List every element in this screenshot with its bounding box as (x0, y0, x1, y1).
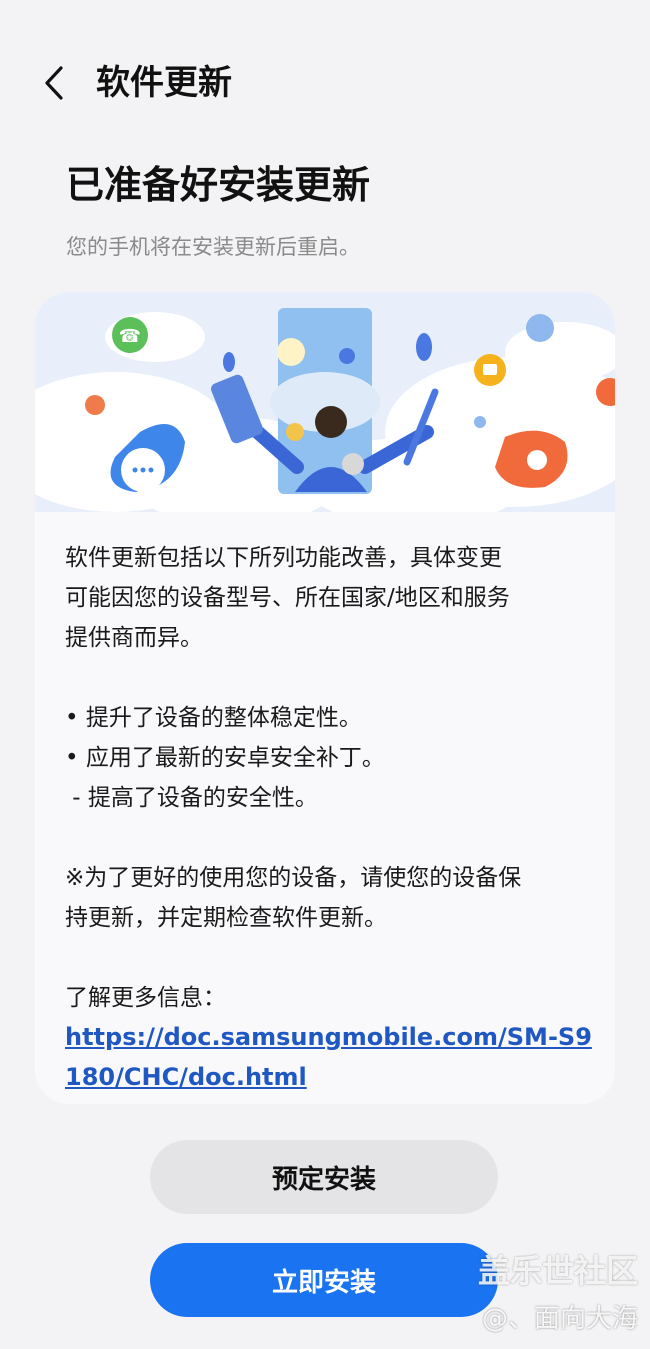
page-title: 已准备好安装更新 (66, 163, 371, 207)
chevron-left-icon (45, 66, 63, 100)
page-subtitle: 您的手机将在安装更新后重启。 (66, 235, 360, 259)
update-illustration: ☎ (35, 292, 615, 512)
software-update-screen: 软件更新 已准备好安装更新 您的手机将在安装更新后重启。 ☎ 软件更新包括以下所… (0, 0, 650, 1349)
back-button[interactable] (32, 58, 76, 108)
intro-line-1: 软件更新包括以下所列功能改善，具体变更 (65, 545, 502, 571)
schedule-install-button[interactable]: 预定安装 (150, 1140, 498, 1214)
note-line-1: ※为了更好的使用您的设备，请使您的设备保 (65, 865, 522, 891)
more-info-label: 了解更多信息： (65, 985, 226, 1011)
header-title: 软件更新 (96, 63, 232, 103)
more-info-link[interactable]: https://doc.samsungmobile.com/SM-S9180/C… (65, 1023, 592, 1091)
intro-line-2: 可能因您的设备型号、所在国家/地区和服务 (65, 585, 510, 611)
watermark-author: @、面向大海 (481, 1304, 638, 1334)
note-line-2: 持更新，并定期检查软件更新。 (65, 905, 387, 931)
sub-bullet-security: - 提高了设备的安全性。 (65, 785, 318, 811)
watermark-title: 盖乐世社区 (477, 1252, 638, 1290)
svg-text:☎: ☎ (119, 326, 141, 347)
bullet-security-patch: • 应用了最新的安卓安全补丁。 (65, 745, 385, 771)
intro-line-3: 提供商而异。 (65, 625, 203, 651)
bullet-stability: • 提升了设备的整体稳定性。 (65, 705, 362, 731)
install-now-button[interactable]: 立即安装 (150, 1243, 498, 1317)
update-description: 软件更新包括以下所列功能改善，具体变更 可能因您的设备型号、所在国家/地区和服务… (65, 538, 595, 1098)
update-details-card: ☎ 软件更新包括以下所列功能改善，具体变更 可能因您的设备型号、所在国家/地区和… (35, 292, 615, 1104)
